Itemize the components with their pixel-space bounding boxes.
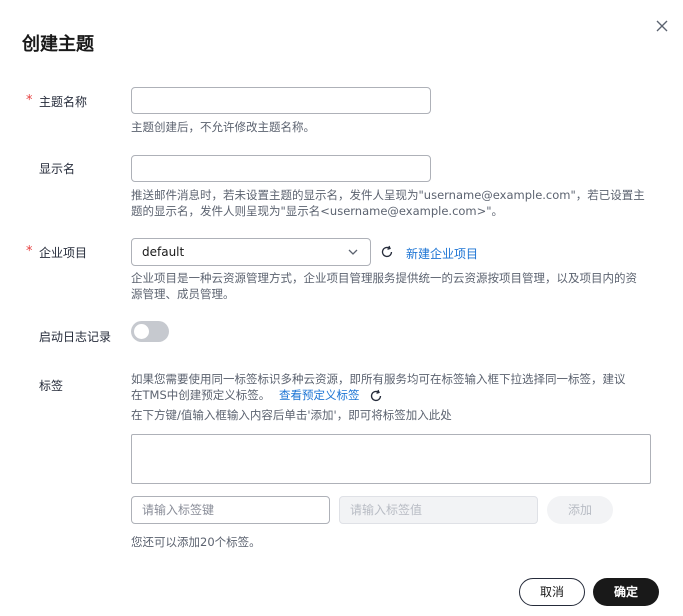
display-name-input[interactable] bbox=[131, 155, 431, 182]
enterprise-project-hint-2: 源管理、成员管理。 bbox=[131, 287, 235, 301]
create-topic-dialog: 创建主题 * 主题名称 主题创建后，不允许修改主题名称。 显示名 推送邮件消息时… bbox=[0, 0, 683, 616]
display-name-label: 显示名 bbox=[39, 162, 76, 176]
view-predefined-tags-link[interactable]: 查看预定义标签 bbox=[279, 387, 360, 403]
tags-hint-2: 在TMS中创建预定义标签。 bbox=[131, 388, 271, 402]
enterprise-project-value: default bbox=[142, 245, 185, 259]
add-tag-button[interactable]: 添加 bbox=[547, 496, 613, 524]
tag-key-input[interactable]: 请输入标签键 bbox=[131, 496, 330, 524]
refresh-icon[interactable] bbox=[369, 389, 383, 403]
display-name-hint-2: 题的显示名，发件人则呈现为"显示名<username@example.com>"… bbox=[131, 204, 504, 218]
display-name-hint-1: 推送邮件消息时，若未设置主题的显示名，发件人呈现为"username@examp… bbox=[131, 188, 645, 202]
close-icon[interactable] bbox=[653, 17, 671, 35]
topic-name-input[interactable] bbox=[131, 87, 431, 114]
enterprise-project-hint-1: 企业项目是一种云资源管理方式，企业项目管理服务提供统一的云资源按项目管理，以及项… bbox=[131, 271, 637, 285]
tag-value-input[interactable]: 请输入标签值 bbox=[339, 496, 538, 524]
refresh-icon[interactable] bbox=[380, 245, 394, 259]
topic-name-label: 主题名称 bbox=[39, 95, 88, 109]
required-mark: * bbox=[26, 244, 33, 259]
enterprise-project-select[interactable]: default bbox=[131, 238, 371, 266]
tags-hint-3: 在下方键/值输入框输入内容后单击'添加'，即可将标签加入此处 bbox=[131, 408, 452, 422]
dialog-title: 创建主题 bbox=[22, 34, 94, 55]
tags-hint-1: 如果您需要使用同一标签标识多种云资源，即所有服务均可在标签输入框下拉选择同一标签… bbox=[131, 372, 626, 386]
tag-list-area bbox=[131, 434, 651, 484]
tags-label: 标签 bbox=[39, 379, 64, 393]
cancel-button[interactable]: 取消 bbox=[519, 578, 585, 606]
new-enterprise-project-link[interactable]: 新建企业项目 bbox=[406, 245, 478, 262]
toggle-knob bbox=[134, 324, 149, 339]
confirm-button[interactable]: 确定 bbox=[593, 578, 659, 606]
topic-name-hint: 主题创建后，不允许修改主题名称。 bbox=[131, 120, 315, 134]
log-label: 启动日志记录 bbox=[39, 330, 112, 344]
enterprise-project-label: 企业项目 bbox=[39, 246, 88, 260]
chevron-down-icon bbox=[348, 249, 358, 255]
required-mark: * bbox=[26, 93, 33, 108]
tags-remaining: 您还可以添加20个标签。 bbox=[131, 535, 261, 549]
log-toggle[interactable] bbox=[131, 321, 169, 342]
